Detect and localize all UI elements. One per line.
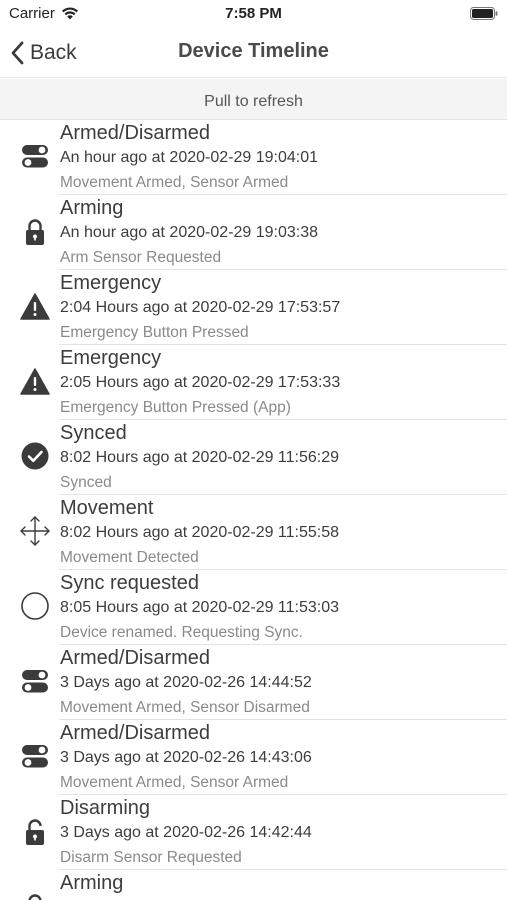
event-title: Movement — [60, 497, 154, 519]
checkmark-circle-icon — [21, 442, 49, 470]
event-detail: Movement Armed, Sensor Disarmed — [60, 699, 310, 716]
timeline-row[interactable]: Emergency 2:05 Hours ago at 2020-02-29 17… — [0, 345, 507, 420]
toggle-switch-icon — [22, 745, 48, 768]
timeline-row[interactable]: Armed/Disarmed 3 Days ago at 2020-02-26 1… — [0, 720, 507, 795]
event-detail: Emergency Button Pressed (App) — [60, 399, 291, 416]
unlock-icon — [26, 819, 44, 845]
event-detail: Movement Armed, Sensor Armed — [60, 774, 289, 791]
event-time: 3 Days ago at 2020-02-26 14:42:44 — [60, 824, 312, 841]
event-time: 2:05 Hours ago at 2020-02-29 17:53:33 — [60, 374, 341, 391]
empty-circle-icon — [21, 592, 49, 620]
timeline-list[interactable]: Armed/Disarmed An hour ago at 2020-02-29 … — [0, 120, 507, 900]
event-time: 2:04 Hours ago at 2020-02-29 17:53:57 — [60, 299, 341, 316]
timeline-row[interactable]: Arming — [0, 870, 507, 900]
event-time: 8:02 Hours ago at 2020-02-29 11:56:29 — [60, 449, 340, 466]
status-time: 7:58 PM — [225, 5, 282, 22]
timeline-row[interactable]: Armed/Disarmed 3 Days ago at 2020-02-26 1… — [0, 645, 507, 720]
timeline-row[interactable]: Sync requested 8:05 Hours ago at 2020-02-… — [0, 570, 507, 645]
event-title: Synced — [60, 422, 127, 444]
event-detail: Arm Sensor Requested — [60, 249, 222, 266]
event-title: Armed/Disarmed — [60, 722, 211, 744]
warning-triangle-icon — [20, 368, 50, 395]
event-time: 8:05 Hours ago at 2020-02-29 11:53:03 — [60, 599, 340, 616]
event-detail: Movement Armed, Sensor Armed — [60, 174, 289, 191]
timeline-row[interactable]: Armed/Disarmed An hour ago at 2020-02-29 … — [0, 120, 507, 195]
event-title: Arming — [60, 872, 124, 894]
event-title: Arming — [60, 197, 124, 219]
event-detail: Synced — [60, 474, 112, 491]
move-arrows-icon — [20, 516, 50, 546]
event-time: An hour ago at 2020-02-29 19:04:01 — [60, 149, 318, 166]
lock-icon — [26, 219, 44, 245]
event-title: Armed/Disarmed — [60, 647, 211, 669]
event-detail: Movement Detected — [60, 549, 199, 566]
event-time: An hour ago at 2020-02-29 19:03:38 — [60, 224, 318, 241]
event-title: Emergency — [60, 272, 162, 294]
toggle-switch-icon — [22, 670, 48, 693]
navigation-bar: Back Device Timeline — [0, 28, 507, 78]
back-label: Back — [30, 41, 77, 64]
refresh-label: Pull to refresh — [204, 93, 303, 110]
event-title: Sync requested — [60, 572, 199, 594]
event-detail: Device renamed. Requesting Sync. — [60, 624, 303, 641]
timeline-row[interactable]: Movement 8:02 Hours ago at 2020-02-29 11:… — [0, 495, 507, 570]
event-title: Disarming — [60, 797, 151, 819]
timeline-row[interactable]: Emergency 2:04 Hours ago at 2020-02-29 17… — [0, 270, 507, 345]
event-time: 3 Days ago at 2020-02-26 14:43:06 — [60, 749, 312, 766]
timeline-row[interactable]: Arming An hour ago at 2020-02-29 19:03:38… — [0, 195, 507, 270]
toggle-switch-icon — [22, 145, 48, 168]
warning-triangle-icon — [20, 293, 50, 320]
event-time: 3 Days ago at 2020-02-26 14:44:52 — [60, 674, 312, 691]
timeline-row[interactable]: Synced 8:02 Hours ago at 2020-02-29 11:56… — [0, 420, 507, 495]
event-title: Emergency — [60, 347, 162, 369]
event-detail: Emergency Button Pressed — [60, 324, 249, 341]
pull-to-refresh[interactable]: Pull to refresh — [0, 79, 507, 120]
battery-icon — [470, 7, 498, 20]
chevron-left-icon — [11, 41, 24, 65]
lock-icon — [28, 894, 42, 900]
back-button[interactable]: Back — [8, 38, 77, 68]
event-title: Armed/Disarmed — [60, 122, 211, 144]
timeline-row[interactable]: Disarming 3 Days ago at 2020-02-26 14:42:… — [0, 795, 507, 870]
status-bar: Carrier 7:58 PM — [0, 0, 507, 28]
event-time: 8:02 Hours ago at 2020-02-29 11:55:58 — [60, 524, 340, 541]
event-detail: Disarm Sensor Requested — [60, 849, 242, 866]
